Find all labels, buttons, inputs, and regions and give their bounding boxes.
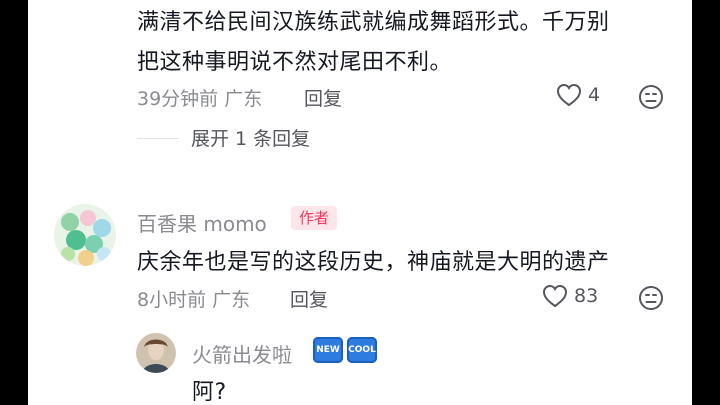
- like-count: 4: [588, 84, 601, 106]
- comment-panel: 满清不给民间汉族练武就编成舞蹈形式。千万别 把这种事明说不然对尾田不利。 39分…: [28, 0, 692, 405]
- expand-divider: [137, 138, 179, 139]
- avatar[interactable]: [136, 333, 176, 373]
- dislike-button[interactable]: [638, 84, 664, 114]
- heart-icon: [542, 284, 568, 308]
- reply-author-name[interactable]: 火箭出发啦: [192, 339, 292, 368]
- cool-badge-icon: COOL: [347, 337, 377, 363]
- author-badge: 作者: [291, 206, 338, 230]
- comment-text-line-2: 把这种事明说不然对尾田不利。: [137, 50, 453, 75]
- reply-text: 阿?: [192, 380, 227, 405]
- unhappy-face-icon: [639, 286, 663, 310]
- reply-button[interactable]: 回复: [290, 285, 328, 312]
- comment-meta: 8小时前 广东: [137, 289, 251, 311]
- author-name[interactable]: 百香果 momo: [137, 208, 267, 237]
- expand-replies-button[interactable]: 展开 1 条回复: [191, 124, 310, 151]
- comment-meta: 39分钟前 广东: [137, 88, 263, 110]
- like-button[interactable]: 4: [556, 83, 600, 107]
- comment-text-line-1: 满清不给民间汉族练武就编成舞蹈形式。千万别: [137, 10, 610, 35]
- dislike-button[interactable]: [638, 285, 664, 315]
- reply-button[interactable]: 回复: [304, 84, 342, 111]
- heart-icon: [556, 83, 582, 107]
- avatar[interactable]: [54, 204, 116, 266]
- comment-text: 庆余年也是写的这段历史，神庙就是大明的遗产: [137, 250, 610, 275]
- unhappy-face-icon: [639, 85, 663, 109]
- like-count: 83: [574, 285, 599, 307]
- like-button[interactable]: 83: [542, 284, 598, 308]
- new-badge-icon: NEW: [313, 337, 343, 363]
